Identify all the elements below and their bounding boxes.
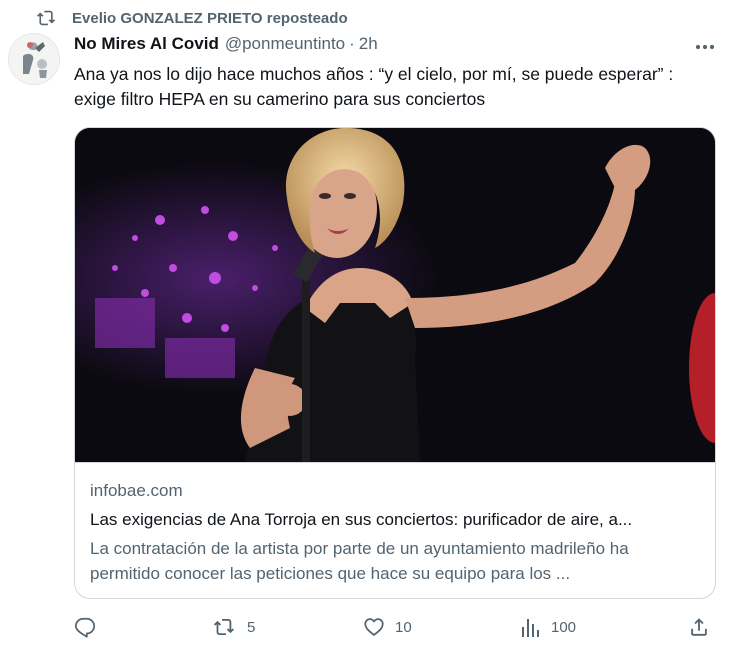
card-image[interactable] (75, 128, 715, 463)
reply-button[interactable] (74, 614, 106, 640)
like-button[interactable]: 10 (363, 614, 412, 640)
like-count: 10 (395, 618, 412, 636)
action-bar: 5 10 100 (74, 614, 714, 640)
avatar[interactable] (8, 33, 60, 85)
tweet-text: Ana ya nos lo dijo hace muchos años : “y… (74, 64, 674, 109)
repost-indicator[interactable]: Evelio GONZALEZ PRIETO reposteado (36, 8, 348, 28)
repost-label: Evelio GONZALEZ PRIETO reposteado (72, 9, 348, 27)
card-title: Las exigencias de Ana Torroja en sus con… (90, 510, 633, 529)
more-icon (695, 37, 715, 55)
views-icon (521, 616, 541, 638)
repost-icon (213, 616, 237, 638)
author-name[interactable]: No Mires Al Covid (74, 34, 219, 54)
heart-icon (363, 616, 385, 638)
reply-icon (74, 616, 96, 638)
views-count: 100 (551, 618, 577, 636)
tweet-time[interactable]: 2h (359, 34, 378, 54)
tweet-header: No Mires Al Covid @ponmeuntinto · 2h (74, 34, 378, 54)
link-card[interactable]: infobae.com Las exigencias de Ana Torroj… (74, 127, 716, 599)
share-icon (688, 616, 710, 638)
repost-count: 5 (247, 618, 256, 636)
separator-dot: · (349, 34, 355, 53)
more-options-button[interactable] (694, 36, 716, 56)
views-button[interactable]: 100 (521, 614, 576, 640)
author-handle[interactable]: @ponmeuntinto (225, 34, 345, 54)
repost-icon (36, 9, 58, 27)
card-domain: infobae.com (90, 481, 183, 500)
repost-button[interactable]: 5 (213, 614, 255, 640)
card-description: La contratación de la artista por parte … (90, 539, 629, 583)
share-button[interactable] (688, 614, 720, 640)
